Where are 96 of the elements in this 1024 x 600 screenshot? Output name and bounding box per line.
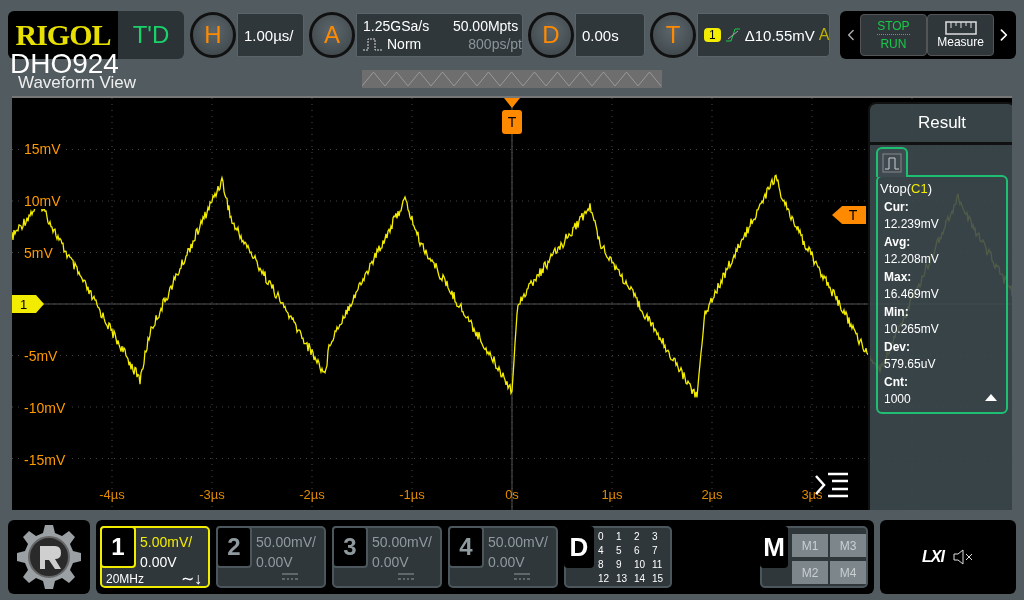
pulse-icon xyxy=(363,37,383,51)
coupling-symbol: ∼↓ xyxy=(181,572,202,586)
vertical-offset: 0.00V xyxy=(372,553,410,572)
vertical-offset: 0.00V xyxy=(488,553,526,572)
time-label: -4µs xyxy=(99,487,125,502)
trigger-level-marker[interactable]: T xyxy=(832,206,866,224)
measurement-name: Vtop(C1) xyxy=(880,181,934,196)
vertical-scale: 50.00mV/ xyxy=(372,533,432,552)
trigger-level: Δ10.55mV xyxy=(744,26,815,44)
digital-bit: 0 xyxy=(598,530,605,544)
digital-label: D xyxy=(564,526,594,568)
sample-rate: 1.25GSa/s xyxy=(363,18,431,34)
math-label: M xyxy=(760,526,788,568)
panel-title: Result xyxy=(870,104,1012,145)
ruler-icon xyxy=(944,21,977,35)
stat-value: 12.239mV xyxy=(884,217,939,231)
channel-number: 1 xyxy=(100,526,136,568)
digital-bit: 3 xyxy=(652,530,659,544)
stat-label: Max: xyxy=(884,270,913,284)
delay-field[interactable]: 0.00s xyxy=(575,13,645,57)
time-label: 2µs xyxy=(701,487,723,502)
vertical-offset: 0.00V xyxy=(140,553,178,572)
trigger-position-marker[interactable]: T xyxy=(502,110,522,134)
digital-bit: 2 xyxy=(634,530,641,544)
digital-bit: 1 xyxy=(616,530,623,544)
stat-value: 579.65uV xyxy=(884,357,936,371)
stat-value: 1000 xyxy=(884,392,911,406)
channel-tile[interactable]: 2 50.00mV/ 0.00V xyxy=(216,526,326,588)
time-label: -1µs xyxy=(399,487,425,502)
digital-tile[interactable]: D 0 1 2 3 4 5 6 7 8 9 10 11 12 13 14 15 xyxy=(564,526,672,588)
digital-bit: 8 xyxy=(598,558,605,572)
run-stop-button[interactable]: STOP RUN xyxy=(859,14,927,56)
pulse-icon xyxy=(882,153,902,173)
bandwidth-limit: 20MHz xyxy=(106,572,144,586)
vertical-scale: 50.00mV/ xyxy=(256,533,316,552)
td-mode-button[interactable]: T'D xyxy=(118,11,184,59)
voltage-label: 10mV xyxy=(22,193,63,209)
vertical-scale: 5.00mV/ xyxy=(140,533,193,552)
gear-logo-icon[interactable] xyxy=(15,523,83,591)
digital-bit: 5 xyxy=(616,544,623,558)
digital-bit: 7 xyxy=(652,544,659,558)
measure-button[interactable]: Measure xyxy=(927,14,995,56)
acquisition-mode: Norm xyxy=(387,36,422,52)
channel-marker[interactable]: 1 xyxy=(12,295,44,313)
acquisition-panel[interactable]: 1.25GSa/s 50.00Mpts Norm 800ps/pt xyxy=(356,13,523,57)
time-label: 0s xyxy=(505,487,519,502)
lxi-logo: LXI xyxy=(922,548,944,566)
digital-bit: 15 xyxy=(652,572,665,586)
channel-tile[interactable]: 4 50.00mV/ 0.00V xyxy=(448,526,558,588)
digital-bit: 9 xyxy=(616,558,623,572)
digital-bit: 14 xyxy=(634,572,647,586)
trigger-source: 1 xyxy=(704,28,721,42)
time-label: -3µs xyxy=(199,487,225,502)
voltage-label: 5mV xyxy=(22,245,55,261)
digital-bit: 13 xyxy=(616,572,629,586)
collapse-icon[interactable] xyxy=(984,392,998,402)
time-label: 1µs xyxy=(601,487,623,502)
dc-coupling-icon xyxy=(514,573,530,580)
timebase-field[interactable]: 1.00µs/ xyxy=(237,13,304,57)
digital-bit: 4 xyxy=(598,544,605,558)
trigger-arrow-icon xyxy=(504,98,520,108)
stat-label: Min: xyxy=(884,305,910,319)
time-label: -2µs xyxy=(299,487,325,502)
memory-depth: 50.00Mpts xyxy=(452,18,520,34)
dc-coupling-icon xyxy=(398,573,414,580)
voltage-label: -10mV xyxy=(22,400,68,416)
stat-label: Cur: xyxy=(884,200,910,214)
pulse-tab[interactable] xyxy=(876,147,908,177)
stat-label: Dev: xyxy=(884,340,911,354)
digital-bit: 6 xyxy=(634,544,641,558)
sweep-mode: A xyxy=(818,26,830,44)
channel-number: 4 xyxy=(448,526,484,568)
digital-bit: 12 xyxy=(598,572,611,586)
time-resolution: 800ps/pt xyxy=(467,36,522,52)
stat-value: 10.265mV xyxy=(884,322,939,336)
trigger-panel[interactable]: 1 Δ10.55mV A xyxy=(697,13,831,57)
stat-value: 12.208mV xyxy=(884,252,939,266)
vertical-offset: 0.00V xyxy=(256,553,294,572)
digital-bit: 10 xyxy=(634,558,647,572)
channel-tile[interactable]: 1 5.00mV/ 0.00V 20MHz ∼↓ xyxy=(100,526,210,588)
channel-tile[interactable]: 3 50.00mV/ 0.00V xyxy=(332,526,442,588)
speaker-muted-icon[interactable] xyxy=(951,548,974,566)
stat-label: Avg: xyxy=(884,235,912,249)
dc-coupling-icon xyxy=(282,573,298,580)
voltage-label: -5mV xyxy=(22,348,60,364)
time-label: 3µs xyxy=(801,487,823,502)
channel-number: 3 xyxy=(332,526,368,568)
digital-bit: 11 xyxy=(652,558,664,572)
stat-label: Cnt: xyxy=(884,375,909,389)
voltage-label: 15mV xyxy=(22,141,63,157)
voltage-label: -15mV xyxy=(22,452,68,468)
channel-number: 2 xyxy=(216,526,252,568)
stat-value: 16.469mV xyxy=(884,287,939,301)
vertical-scale: 50.00mV/ xyxy=(488,533,548,552)
rising-edge-icon xyxy=(724,27,741,43)
view-title: Waveform View xyxy=(17,73,137,93)
